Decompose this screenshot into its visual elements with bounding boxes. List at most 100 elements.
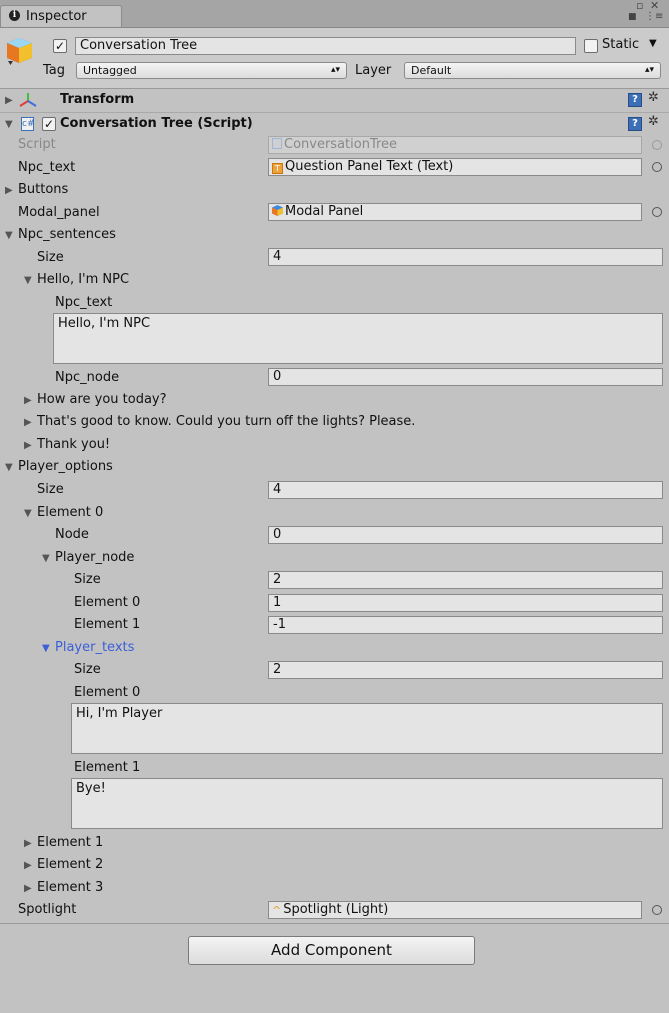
add-component-button[interactable]: Add Component xyxy=(188,936,475,965)
maximize-icon[interactable]: ▫ xyxy=(636,0,643,12)
dropdown-arrows-icon: ▴▾ xyxy=(644,65,654,75)
player-node-size-input[interactable]: 2 xyxy=(268,571,663,589)
object-picker-icon[interactable] xyxy=(652,207,662,217)
player-node-element-label: Element 0 xyxy=(74,595,141,610)
script-label: Script xyxy=(18,137,56,152)
player-options-size-input[interactable]: 4 xyxy=(268,481,663,499)
npc-text-label: Npc_text xyxy=(18,160,76,175)
player-text-textarea[interactable]: Hi, I'm Player xyxy=(71,703,663,754)
npc-sentences-size-input[interactable]: 4 xyxy=(268,248,663,266)
player-node-element-input[interactable]: 1 xyxy=(268,594,663,612)
node-label: Node xyxy=(55,527,89,542)
sentence-item[interactable]: Thank you! xyxy=(37,437,110,452)
npc-text-sub-label: Npc_text xyxy=(55,295,113,310)
layer-value: Default xyxy=(411,64,452,77)
player-node-element-label: Element 1 xyxy=(74,617,141,632)
foldout-collapsed-icon[interactable]: ▶ xyxy=(24,860,32,871)
tag-dropdown[interactable]: Untagged ▴▾ xyxy=(76,62,347,79)
node-input[interactable]: 0 xyxy=(268,526,663,544)
lock-icon[interactable]: ■ xyxy=(628,12,637,22)
active-checkbox[interactable]: ✓ xyxy=(53,39,67,53)
foldout-collapsed-icon[interactable]: ▶ xyxy=(5,95,13,106)
player-texts-element-label: Element 1 xyxy=(74,760,141,775)
static-checkbox[interactable] xyxy=(584,39,598,53)
layer-dropdown[interactable]: Default ▴▾ xyxy=(404,62,661,79)
sentence-item[interactable]: That's good to know. Could you turn off … xyxy=(37,414,415,429)
npc-node-label: Npc_node xyxy=(55,370,120,385)
size-label: Size xyxy=(74,572,101,587)
foldout-collapsed-icon[interactable]: ▶ xyxy=(24,417,32,428)
foldout-collapsed-icon[interactable]: ▶ xyxy=(5,185,13,196)
static-dropdown-arrow-icon[interactable]: ▼ xyxy=(649,38,657,49)
foldout-expanded-icon[interactable]: ▼ xyxy=(24,275,32,286)
sentence-item[interactable]: Hello, I'm NPC xyxy=(37,272,129,287)
npc-text-textarea[interactable]: Hello, I'm NPC xyxy=(53,313,663,364)
npc-node-input[interactable]: 0 xyxy=(268,368,663,386)
script-component-title: Conversation Tree (Script) xyxy=(60,116,253,131)
modal-panel-field[interactable]: Modal Panel xyxy=(268,203,642,221)
element-item[interactable]: Element 0 xyxy=(37,505,103,520)
script-field: ConversationTree xyxy=(268,136,642,154)
buttons-label[interactable]: Buttons xyxy=(18,182,68,197)
modal-panel-value: Modal Panel xyxy=(285,204,364,219)
player-texts-label[interactable]: Player_texts xyxy=(55,640,134,655)
script-value: ConversationTree xyxy=(284,137,398,152)
tag-value: Untagged xyxy=(83,64,137,77)
foldout-expanded-icon[interactable]: ▼ xyxy=(42,643,50,654)
foldout-expanded-icon[interactable]: ▼ xyxy=(24,508,32,519)
npc-sentences-label[interactable]: Npc_sentences xyxy=(18,227,116,242)
foldout-collapsed-icon[interactable]: ▶ xyxy=(24,883,32,894)
transform-icon xyxy=(19,93,37,107)
help-icon[interactable]: ? xyxy=(628,117,642,131)
text-component-icon: T xyxy=(272,163,283,174)
foldout-expanded-icon[interactable]: ▼ xyxy=(42,553,50,564)
help-icon[interactable]: ? xyxy=(628,93,642,107)
tab-inspector[interactable]: i Inspector xyxy=(0,5,122,27)
gameobject-icon xyxy=(272,205,283,216)
object-picker-icon xyxy=(652,140,662,150)
info-icon: i xyxy=(9,10,20,21)
script-file-icon xyxy=(272,138,282,149)
element-item[interactable]: Element 1 xyxy=(37,835,103,850)
tag-label: Tag xyxy=(43,63,66,78)
player-node-element-input[interactable]: -1 xyxy=(268,616,663,634)
gear-icon[interactable]: ✲ xyxy=(648,114,659,129)
size-label: Size xyxy=(74,662,101,677)
object-name-input[interactable]: Conversation Tree xyxy=(75,37,576,55)
foldout-expanded-icon[interactable]: ▼ xyxy=(5,119,13,130)
foldout-collapsed-icon[interactable]: ▶ xyxy=(24,395,32,406)
layer-label: Layer xyxy=(355,63,392,78)
foldout-collapsed-icon[interactable]: ▶ xyxy=(24,440,32,451)
foldout-expanded-icon[interactable]: ▼ xyxy=(5,462,13,473)
modal-panel-label: Modal_panel xyxy=(18,205,100,220)
foldout-expanded-icon[interactable]: ▼ xyxy=(5,230,13,241)
npc-text-value: Question Panel Text (Text) xyxy=(285,159,454,174)
static-label: Static xyxy=(602,37,640,52)
spotlight-label: Spotlight xyxy=(18,902,77,917)
transform-title: Transform xyxy=(60,92,135,107)
gear-icon[interactable]: ✲ xyxy=(648,90,659,105)
size-label: Size xyxy=(37,482,64,497)
sentence-item[interactable]: How are you today? xyxy=(37,392,167,407)
foldout-collapsed-icon[interactable]: ▶ xyxy=(24,838,32,849)
player-texts-size-input[interactable]: 2 xyxy=(268,661,663,679)
object-picker-icon[interactable] xyxy=(652,162,662,172)
player-texts-element-label: Element 0 xyxy=(74,685,141,700)
element-item[interactable]: Element 3 xyxy=(37,880,103,895)
npc-text-field[interactable]: T Question Panel Text (Text) xyxy=(268,158,642,176)
object-picker-icon[interactable] xyxy=(652,905,662,915)
spotlight-value: Spotlight (Light) xyxy=(283,902,389,917)
menu-icon[interactable]: ⋮≡ xyxy=(645,11,663,22)
component-enabled-checkbox[interactable]: ✓ xyxy=(42,117,56,131)
tab-label: Inspector xyxy=(26,9,87,24)
script-file-icon: c# xyxy=(21,117,35,131)
dropdown-arrows-icon: ▴▾ xyxy=(330,65,340,75)
gameobject-icon xyxy=(7,38,32,65)
element-item[interactable]: Element 2 xyxy=(37,857,103,872)
size-label: Size xyxy=(37,250,64,265)
player-text-textarea[interactable]: Bye! xyxy=(71,778,663,829)
light-icon: ^ xyxy=(272,904,282,917)
player-node-label[interactable]: Player_node xyxy=(55,550,134,565)
player-options-label[interactable]: Player_options xyxy=(18,459,113,474)
spotlight-field[interactable]: ^ Spotlight (Light) xyxy=(268,901,642,919)
